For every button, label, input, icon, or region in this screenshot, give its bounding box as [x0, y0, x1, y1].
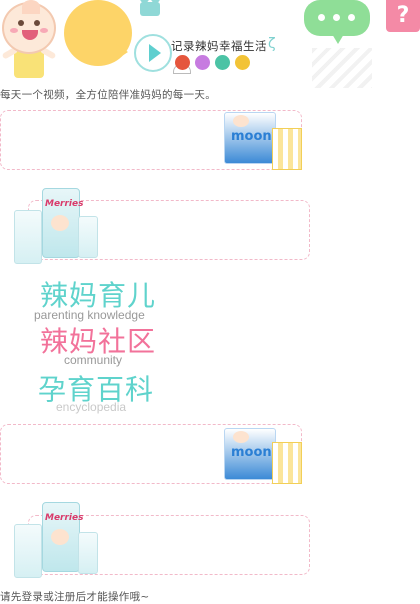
merries-small-pack — [14, 210, 42, 264]
merries-logo: Merries — [45, 199, 84, 209]
merries-small-pack — [78, 532, 98, 574]
baby-mascot — [0, 0, 60, 84]
camera-reel — [151, 0, 160, 3]
nav-encyclopedia[interactable]: 孕育百科 encyclopedia — [34, 368, 174, 418]
qzone-icon[interactable] — [235, 55, 250, 70]
nav-community-subtitle: community — [64, 353, 123, 367]
play-icon — [149, 44, 161, 62]
wechat-icon[interactable] — [215, 55, 230, 70]
nav-parenting[interactable]: 辣妈育儿 parenting knowledge — [34, 274, 174, 324]
nav-encyclopedia-subtitle: encyclopedia — [56, 400, 127, 414]
merries-diaper-pack: Merries — [42, 502, 84, 572]
mascot-eye — [18, 20, 24, 26]
yellow-bubble-tail — [116, 44, 128, 60]
merries-small-pack — [78, 216, 98, 258]
chat-bubble-tail — [332, 34, 344, 44]
pack-baby-image — [233, 115, 249, 127]
camera-reel — [140, 0, 149, 3]
merries-diaper-pack: Merries — [42, 188, 84, 258]
mascot-mouth — [22, 30, 38, 40]
pack-baby-image — [51, 529, 69, 545]
play-button[interactable] — [134, 34, 172, 72]
mascot-head — [2, 0, 56, 54]
mascot-hair — [22, 0, 40, 14]
mascot-eye — [34, 20, 40, 26]
mascot-cheek — [10, 28, 18, 33]
decorative-stripes — [312, 48, 372, 88]
weibo-icon[interactable] — [175, 55, 190, 70]
merries-small-pack — [14, 524, 42, 578]
chat-bubble-button[interactable] — [304, 0, 370, 36]
merries-logo: Merries — [45, 513, 84, 523]
mascot-cheek — [40, 28, 48, 33]
small-diaper-pack — [272, 442, 302, 484]
nav-community[interactable]: 辣妈社区 community — [34, 320, 174, 370]
chat-dot — [333, 14, 340, 21]
pack-baby-image — [51, 215, 69, 231]
small-diaper-pack — [272, 128, 302, 170]
header: 记录辣妈幸福生活 ζ ? 每天一个视频，全方位陪伴准妈妈的每一天。 — [0, 0, 420, 101]
chat-dot — [348, 14, 355, 21]
pack-baby-image — [233, 431, 249, 443]
header-subtitle: 每天一个视频，全方位陪伴准妈妈的每一天。 — [0, 89, 216, 101]
chat-dot — [318, 14, 325, 21]
social-share-bar — [171, 0, 261, 80]
help-button[interactable]: ? — [386, 0, 420, 32]
video-camera-icon — [140, 0, 160, 16]
heart-icon[interactable] — [195, 55, 210, 70]
moony-diaper-pack: moony — [224, 112, 280, 164]
moony-diaper-pack: moony — [224, 428, 280, 480]
tagline-wave-decoration: ζ — [268, 36, 276, 52]
